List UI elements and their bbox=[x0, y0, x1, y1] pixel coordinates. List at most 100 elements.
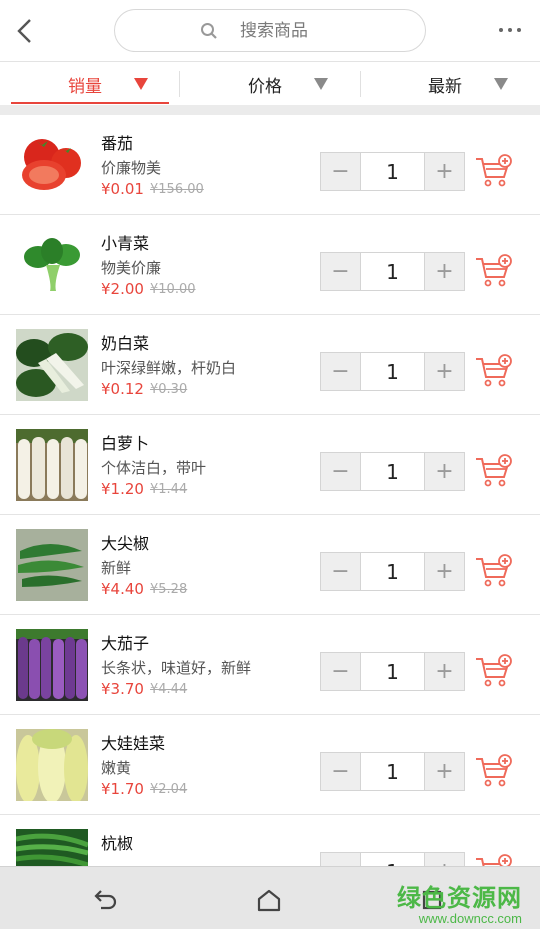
dot-icon bbox=[508, 28, 512, 32]
product-name: 大尖椒 bbox=[101, 534, 150, 553]
watermark: 绿色资源网 www.downcc.com bbox=[397, 878, 522, 926]
cart-add-icon bbox=[476, 854, 512, 866]
cart-add-icon bbox=[476, 654, 512, 687]
search-input[interactable] bbox=[240, 20, 340, 41]
product-item[interactable]: 杭椒 − 1 + bbox=[0, 815, 540, 866]
decrease-button[interactable]: − bbox=[321, 553, 360, 590]
product-image-green-pepper[interactable] bbox=[16, 529, 88, 601]
sort-tab-newest[interactable]: 最新 bbox=[428, 62, 508, 106]
quantity-value[interactable]: 1 bbox=[360, 553, 425, 590]
product-name: 奶白菜 bbox=[101, 334, 150, 353]
add-to-cart-button[interactable] bbox=[474, 653, 514, 689]
dot-icon bbox=[517, 28, 521, 32]
product-item[interactable]: 白萝卜 个体洁白，带叶 ¥1.20 ¥1.44 − 1 + bbox=[0, 415, 540, 515]
product-price: ¥2.00 bbox=[101, 280, 144, 298]
product-original-price: ¥0.30 bbox=[150, 382, 188, 397]
product-image-white-radish[interactable] bbox=[16, 429, 88, 501]
product-price: ¥1.70 bbox=[101, 780, 144, 798]
quantity-value[interactable]: 1 bbox=[360, 353, 425, 390]
increase-button[interactable]: + bbox=[425, 253, 464, 290]
increase-button[interactable]: + bbox=[425, 153, 464, 190]
system-home-button[interactable] bbox=[252, 883, 286, 917]
product-price: ¥4.40 bbox=[101, 580, 144, 598]
product-list[interactable]: 番茄 价廉物美 ¥0.01 ¥156.00 − 1 + 小青菜 物美价廉 ¥2.… bbox=[0, 115, 540, 866]
quantity-stepper: − 1 + bbox=[320, 752, 465, 791]
add-to-cart-button[interactable] bbox=[474, 153, 514, 189]
search-icon bbox=[201, 22, 217, 39]
triangle-down-icon bbox=[314, 78, 328, 90]
watermark-url: www.downcc.com bbox=[418, 911, 522, 926]
product-original-price: ¥2.04 bbox=[150, 782, 188, 797]
add-to-cart-button[interactable] bbox=[474, 753, 514, 789]
add-to-cart-button[interactable] bbox=[474, 853, 514, 866]
product-item[interactable]: 大茄子 长条状，味道好，新鲜 ¥3.70 ¥4.44 − 1 + bbox=[0, 615, 540, 715]
product-item[interactable]: 奶白菜 叶深绿鲜嫩，杆奶白 ¥0.12 ¥0.30 − 1 + bbox=[0, 315, 540, 415]
quantity-value[interactable]: 1 bbox=[360, 753, 425, 790]
system-back-button[interactable] bbox=[88, 883, 122, 917]
product-original-price: ¥10.00 bbox=[150, 282, 196, 297]
product-name: 白萝卜 bbox=[101, 434, 150, 453]
chevron-left-icon bbox=[17, 19, 31, 43]
product-item[interactable]: 大娃娃菜 嫩黄 ¥1.70 ¥2.04 − 1 + bbox=[0, 715, 540, 815]
product-item[interactable]: 大尖椒 新鲜 ¥4.40 ¥5.28 − 1 + bbox=[0, 515, 540, 615]
product-image-baby-cabbage[interactable] bbox=[16, 729, 88, 801]
cart-add-icon bbox=[476, 254, 512, 287]
product-description: 新鲜 bbox=[101, 559, 132, 577]
quantity-stepper: − 1 + bbox=[320, 852, 465, 866]
add-to-cart-button[interactable] bbox=[474, 453, 514, 489]
sort-tab-label: 价格 bbox=[248, 76, 282, 97]
cart-add-icon bbox=[476, 454, 512, 487]
quantity-value[interactable]: 1 bbox=[360, 153, 425, 190]
add-to-cart-button[interactable] bbox=[474, 353, 514, 389]
product-description: 个体洁白，带叶 bbox=[101, 459, 207, 477]
increase-button[interactable]: + bbox=[425, 853, 464, 866]
increase-button[interactable]: + bbox=[425, 553, 464, 590]
decrease-button[interactable]: − bbox=[321, 653, 360, 690]
quantity-value[interactable]: 1 bbox=[360, 653, 425, 690]
product-image-hang-pepper[interactable] bbox=[16, 829, 88, 866]
product-image-milk-cabbage[interactable] bbox=[16, 329, 88, 401]
product-original-price: ¥5.28 bbox=[150, 582, 188, 597]
quantity-stepper: − 1 + bbox=[320, 152, 465, 191]
sort-tab-price[interactable]: 价格 bbox=[248, 62, 328, 106]
decrease-button[interactable]: − bbox=[321, 453, 360, 490]
cart-add-icon bbox=[476, 154, 512, 187]
add-to-cart-button[interactable] bbox=[474, 253, 514, 289]
decrease-button[interactable]: − bbox=[321, 353, 360, 390]
decrease-button[interactable]: − bbox=[321, 253, 360, 290]
tab-divider bbox=[360, 71, 361, 97]
increase-button[interactable]: + bbox=[425, 453, 464, 490]
product-image-tomato[interactable] bbox=[16, 129, 88, 201]
back-button[interactable] bbox=[8, 14, 42, 48]
product-price: ¥0.01 bbox=[101, 180, 144, 198]
quantity-value[interactable]: 1 bbox=[360, 853, 425, 866]
quantity-stepper: − 1 + bbox=[320, 352, 465, 391]
more-options-button[interactable] bbox=[492, 18, 528, 42]
quantity-value[interactable]: 1 bbox=[360, 253, 425, 290]
product-image-eggplant[interactable] bbox=[16, 629, 88, 701]
add-to-cart-button[interactable] bbox=[474, 553, 514, 589]
active-tab-indicator bbox=[11, 102, 169, 104]
cart-add-icon bbox=[476, 554, 512, 587]
decrease-button[interactable]: − bbox=[321, 753, 360, 790]
increase-button[interactable]: + bbox=[425, 353, 464, 390]
sort-tab-label: 最新 bbox=[428, 76, 462, 97]
search-bar[interactable] bbox=[114, 9, 426, 52]
product-original-price: ¥1.44 bbox=[150, 482, 188, 497]
cart-add-icon bbox=[476, 754, 512, 787]
decrease-button[interactable]: − bbox=[321, 853, 360, 866]
product-item[interactable]: 小青菜 物美价廉 ¥2.00 ¥10.00 − 1 + bbox=[0, 215, 540, 315]
product-price: ¥1.20 bbox=[101, 480, 144, 498]
quantity-value[interactable]: 1 bbox=[360, 453, 425, 490]
cart-add-icon bbox=[476, 354, 512, 387]
increase-button[interactable]: + bbox=[425, 753, 464, 790]
product-name: 小青菜 bbox=[101, 234, 150, 253]
sort-tab-sales[interactable]: 销量 bbox=[68, 62, 148, 106]
product-original-price: ¥4.44 bbox=[150, 682, 188, 697]
increase-button[interactable]: + bbox=[425, 653, 464, 690]
dot-icon bbox=[499, 28, 503, 32]
product-image-bok-choy[interactable] bbox=[16, 229, 88, 301]
product-original-price: ¥156.00 bbox=[150, 182, 204, 197]
decrease-button[interactable]: − bbox=[321, 153, 360, 190]
product-item[interactable]: 番茄 价廉物美 ¥0.01 ¥156.00 − 1 + bbox=[0, 115, 540, 215]
